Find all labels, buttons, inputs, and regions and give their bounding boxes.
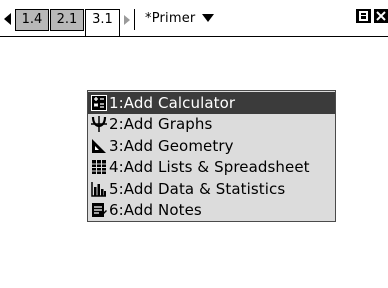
scroll-right-icon[interactable]: [124, 15, 130, 25]
graph-icon: [91, 116, 107, 133]
menu-item-add-lists-spreadsheet[interactable]: 4:Add Lists & Spreadsheet: [88, 157, 335, 179]
menu-item-add-calculator[interactable]: 1:Add Calculator: [88, 92, 335, 114]
menu-item-label: 5:Add Data & Statistics: [109, 179, 286, 198]
tab-3-1[interactable]: 3.1: [85, 9, 120, 37]
menu-item-label: 2:Add Graphs: [109, 115, 213, 134]
statistics-icon: [91, 181, 106, 197]
tab-1-4[interactable]: 1.4: [15, 9, 49, 31]
calculator-icon: [91, 94, 107, 111]
notes-icon: [92, 203, 107, 218]
add-page-menu: 1:Add Calculator 2:Add Graphs 3:Add Geom…: [87, 90, 336, 222]
tab-separator: [134, 9, 135, 30]
document-title[interactable]: *Primer: [145, 11, 195, 27]
tab-bar: 1.4 2.1 3.1 *Primer: [0, 0, 388, 37]
menu-item-label: 6:Add Notes: [109, 201, 202, 220]
tab-2-1[interactable]: 2.1: [50, 9, 84, 31]
menu-item-add-data-statistics[interactable]: 5:Add Data & Statistics: [88, 178, 335, 200]
spreadsheet-icon: [92, 160, 106, 175]
scroll-left-icon[interactable]: [4, 13, 11, 25]
document-menu-icon[interactable]: [202, 14, 214, 22]
geometry-icon: [92, 138, 106, 153]
battery-icon: [356, 9, 371, 23]
menu-item-add-geometry[interactable]: 3:Add Geometry: [88, 135, 335, 157]
menu-item-label: 4:Add Lists & Spreadsheet: [109, 158, 310, 177]
tab-bar-divider: [0, 36, 388, 37]
menu-item-label: 1:Add Calculator: [109, 93, 236, 112]
menu-item-add-notes[interactable]: 6:Add Notes: [88, 200, 335, 222]
menu-item-add-graphs[interactable]: 2:Add Graphs: [88, 114, 335, 136]
close-icon[interactable]: [374, 8, 388, 24]
menu-item-label: 3:Add Geometry: [109, 136, 234, 155]
